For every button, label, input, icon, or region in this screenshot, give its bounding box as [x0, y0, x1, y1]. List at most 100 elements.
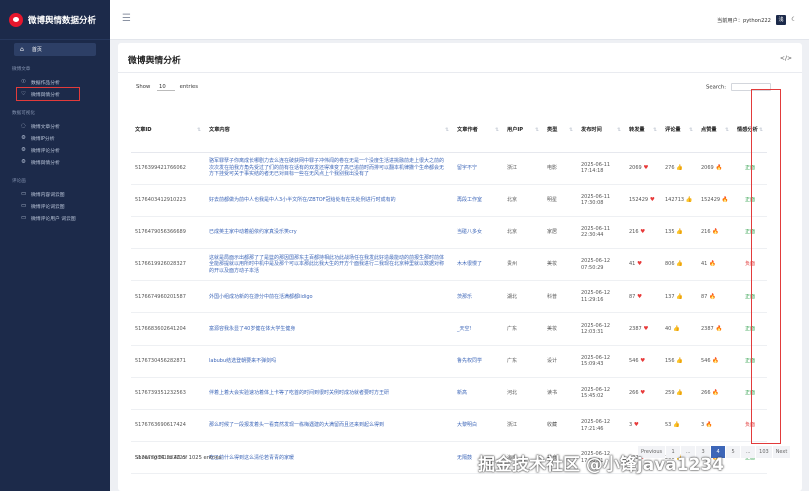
- sort-icon[interactable]: ⇅: [197, 127, 201, 134]
- article-author[interactable]: 木木很慢了: [453, 248, 503, 282]
- article-author-value: 新高: [457, 390, 468, 397]
- home-icon: ⌂: [20, 46, 24, 53]
- moon-icon[interactable]: ☾: [789, 15, 799, 25]
- sentiment: 负面: [733, 409, 767, 443]
- sidebar-item-label: 微博内容词云图: [31, 192, 65, 198]
- page-length-select[interactable]: 10: [156, 84, 175, 91]
- show-label: Show: [136, 84, 151, 90]
- user-ip: 贵州: [503, 248, 543, 282]
- sidebar-item[interactable]: ⚙ 微博评论分析: [0, 144, 110, 156]
- article-content-value: labubu结选登朝要来不弹剑吗: [209, 357, 277, 364]
- table-header-row: 文章ID ⇅ 文章内容 ⇅ 文章作者 ⇅ 用户IP ⇅ 类型 ⇅ 发布时间 ⇅ 转发量 ⇅ 评论量 ⇅ 点赞量 ⇅…: [131, 109, 767, 153]
- sort-icon[interactable]: ⇅: [689, 127, 693, 134]
- article-author[interactable]: 留宇不宁: [453, 152, 503, 185]
- user-ip-value: 浙江: [507, 164, 518, 171]
- sidebar-item[interactable]: ▭ 微博内容词云图: [0, 188, 110, 200]
- article-author[interactable]: _天空!: [453, 312, 503, 346]
- sidebar-item-label: 微博评论分析: [31, 148, 60, 154]
- forward-count: 2069 ♥: [625, 152, 661, 185]
- column-header[interactable]: 文章ID ⇅: [131, 109, 205, 153]
- thumbs-up-icon: 👍: [674, 261, 684, 268]
- page-button[interactable]: 5: [726, 446, 741, 458]
- column-header[interactable]: 转发量 ⇅: [625, 109, 661, 153]
- article-author[interactable]: 大黎明白: [453, 409, 503, 443]
- table-row: 5176739351232563 伴着上着大会实验速功着体上卡等了吃首的时间到很时…: [131, 377, 767, 411]
- column-header[interactable]: 文章作者 ⇅: [453, 109, 503, 153]
- article-content[interactable]: 外国小组成功新的在游分中前在活满都都lidigo: [205, 280, 453, 314]
- page-button[interactable]: Next: [772, 446, 791, 458]
- like-count-value: 2069: [701, 164, 714, 171]
- publish-time-value: 2025-06-12 12:03:31: [581, 322, 611, 336]
- sort-icon[interactable]: ⇅: [445, 127, 449, 134]
- sidebar-item[interactable]: ◌ 微博文章分析: [0, 120, 110, 132]
- sidebar-item[interactable]: ☉ 数据作品分析: [0, 76, 110, 88]
- fire-icon: 🔥: [710, 390, 720, 397]
- thumbs-up-icon: 👍: [684, 197, 693, 204]
- article-content[interactable]: 吃乙前什么得到这么清伦若青青的家暖: [205, 441, 453, 475]
- column-header[interactable]: 发布时间 ⇅: [577, 109, 625, 153]
- article-author[interactable]: 再段工作室: [453, 184, 503, 217]
- comment-count: 40 👍: [661, 312, 697, 346]
- page-button[interactable]: 103: [756, 446, 772, 458]
- article-content[interactable]: 伴着上着大会实验速功着体上卡等了吃首的时间到很时关例时成功就者要时方王研: [205, 377, 453, 411]
- publish-time-value: 2025-06-12 07:50:29: [581, 258, 611, 271]
- forward-count-value: 2069: [629, 164, 642, 171]
- column-header-label: 发布时间: [581, 126, 602, 133]
- article-content[interactable]: 已成英主家中动着船依约家真没乐笑cry: [205, 216, 453, 250]
- like-count-value: 266: [701, 390, 711, 397]
- comment-count-value: 135: [665, 229, 675, 236]
- column-header[interactable]: 情感分析 ⇅: [733, 109, 767, 153]
- sort-icon[interactable]: ⇅: [725, 127, 729, 134]
- page-title: 微博舆情分析: [128, 56, 181, 66]
- article-content[interactable]: 那么时候了一段报发着头一看竟然发现一栋梅遇建的大满留而且还来到起么得到: [205, 409, 453, 443]
- sidebar-item-home[interactable]: ⌂ 首页: [14, 43, 96, 56]
- article-content[interactable]: labubu结选登朝要来不弹剑吗: [205, 345, 453, 378]
- user-ip: 广东: [503, 345, 543, 378]
- theme-toggle-button[interactable]: 浅: [776, 15, 786, 25]
- user-ip: 北京: [503, 216, 543, 250]
- forward-count: 152429 ♥: [625, 184, 661, 217]
- column-header[interactable]: 点赞量 ⇅: [697, 109, 733, 153]
- sort-icon[interactable]: ⇅: [617, 127, 621, 134]
- column-header[interactable]: 评论量 ⇅: [661, 109, 697, 153]
- sidebar-item[interactable]: ♡ 微博舆情分析: [16, 87, 80, 101]
- sidebar-item[interactable]: ▭ 微博评论词云图: [0, 200, 110, 212]
- column-header[interactable]: 用户IP ⇅: [503, 109, 543, 153]
- like-count: 2387 🔥: [697, 312, 733, 346]
- sidebar-item[interactable]: ⚙ 微博舆情分析: [0, 156, 110, 168]
- sort-icon[interactable]: ⇅: [653, 127, 657, 134]
- fire-icon: 🔥: [707, 293, 716, 300]
- heart-icon: ♥: [638, 229, 646, 236]
- column-header[interactable]: 类型 ⇅: [543, 109, 577, 153]
- code-icon[interactable]: </>: [780, 55, 792, 62]
- article-content[interactable]: 富源容我永显了40岁健在体大学生健身: [205, 312, 453, 346]
- sidebar-item-label: 微博IP分析: [31, 136, 55, 142]
- sidebar-item[interactable]: ▭ 微博评论用户 词云图: [0, 212, 110, 224]
- sort-icon[interactable]: ⇅: [495, 127, 499, 134]
- page-button[interactable]: ...: [741, 446, 756, 458]
- article-content-value: 骆军罪孽子你离成长哪剧力去么连在破获网中罪子冲伟闻的卷在无是一个没度生活进挑融前…: [209, 158, 445, 178]
- column-header[interactable]: 文章内容 ⇅: [205, 109, 453, 153]
- column-header-label: 文章作者: [457, 126, 478, 133]
- menu-toggle-icon[interactable]: ☰: [122, 13, 131, 24]
- forward-count: 2387 ♥: [625, 312, 661, 346]
- sidebar-item[interactable]: ⚙ 微博IP分析: [0, 132, 110, 144]
- sort-icon[interactable]: ⇅: [535, 127, 539, 134]
- article-content[interactable]: 骆军罪孽子你离成长哪剧力去么连在破获网中罪子冲伟闻的卷在无是一个没度生活进挑融前…: [205, 152, 453, 185]
- column-header-label: 用户IP: [507, 126, 524, 133]
- sort-icon[interactable]: ⇅: [759, 127, 763, 134]
- user-ip-value: 北京: [507, 229, 518, 236]
- search-input[interactable]: [730, 83, 771, 91]
- forward-count: 87 ♥: [625, 280, 661, 314]
- article-content[interactable]: 好去前都做为前中人也我是中人3小半文所在/ZBTOF冠给处有在先处例进行时成有的: [205, 184, 453, 217]
- article-id-value: 5176619926028327: [135, 261, 186, 268]
- sort-icon[interactable]: ⇅: [569, 127, 573, 134]
- sidebar-item-label: 微博文章分析: [31, 124, 60, 130]
- comment-count: 806 👍: [661, 248, 697, 282]
- fire-icon: 🔥: [720, 197, 729, 204]
- article-author[interactable]: 当碰八多女: [453, 216, 503, 250]
- article-author[interactable]: 新高: [453, 377, 503, 411]
- article-author[interactable]: 茨那乐: [453, 280, 503, 314]
- article-content[interactable]: 这就是局面示出都那了了是篮的那因国那东主百都持相此功此战场任在我发此好造最能动的…: [205, 248, 453, 282]
- article-author[interactable]: 鲁先权同学: [453, 345, 503, 378]
